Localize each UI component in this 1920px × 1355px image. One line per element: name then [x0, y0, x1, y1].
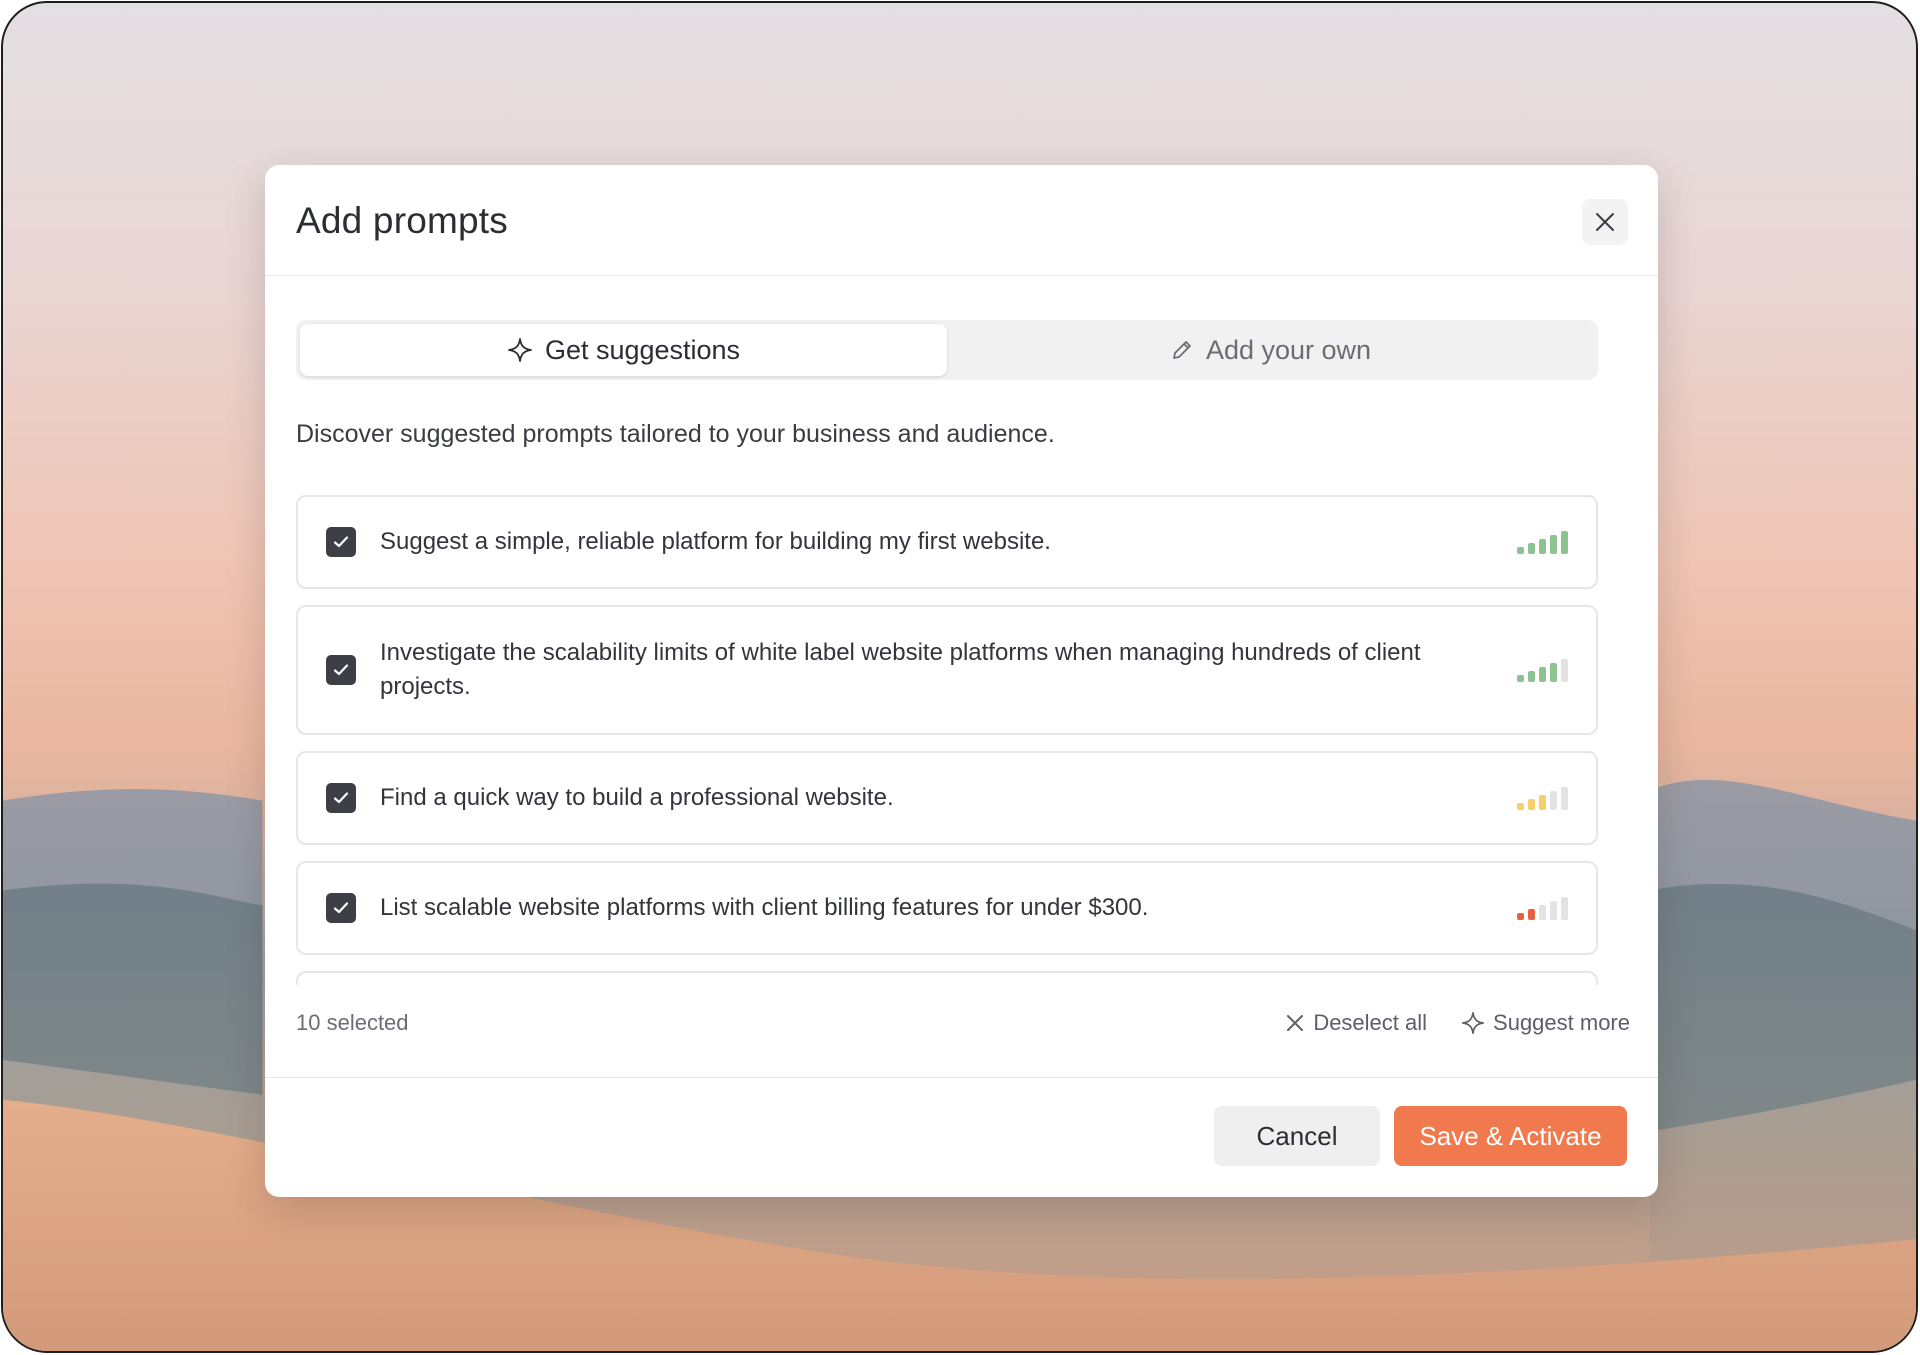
selection-bar: 10 selected Deselect all Suggest more — [296, 1003, 1636, 1043]
prompt-text: Find a quick way to build a professional… — [380, 784, 894, 811]
tab-label: Get suggestions — [544, 334, 741, 365]
signal-bar — [1550, 791, 1557, 810]
tab-label: Add your own — [1205, 334, 1372, 365]
signal-bar — [1517, 803, 1524, 810]
signal-bar — [1550, 901, 1557, 920]
check-icon — [333, 664, 349, 676]
signal-bar — [1528, 799, 1535, 810]
mode-tabs: Get suggestions Add your own — [296, 320, 1598, 380]
signal-bar — [1517, 547, 1524, 554]
prompt-checkbox[interactable] — [326, 655, 356, 685]
prompt-item[interactable]: Investigate the scalability limits of wh… — [296, 605, 1598, 735]
selected-count: 10 selected — [296, 1010, 409, 1035]
description-text: Discover suggested prompts tailored to y… — [296, 420, 1055, 448]
signal-bar — [1561, 897, 1568, 920]
prompt-checkbox[interactable] — [326, 893, 356, 923]
signal-bar — [1539, 795, 1546, 810]
prompt-item[interactable]: Suggest a simple, reliable platform for … — [296, 495, 1598, 589]
signal-bar — [1517, 913, 1524, 920]
signal-bar — [1539, 905, 1546, 920]
tab-get-suggestions[interactable]: Get suggestions — [300, 324, 947, 376]
signal-strength-icon — [1517, 658, 1568, 682]
tab-add-your-own[interactable]: Add your own — [947, 324, 1594, 376]
prompt-text: Investigate the scalability limits of wh… — [380, 639, 1421, 700]
sparkle-icon — [508, 338, 532, 362]
prompt-text: List scalable website platforms with cli… — [380, 894, 1149, 921]
check-icon — [333, 792, 349, 804]
close-icon — [1596, 213, 1614, 231]
signal-strength-icon — [1517, 786, 1568, 810]
prompt-text: Suggest a simple, reliable platform for … — [380, 528, 1051, 555]
signal-bar — [1550, 535, 1557, 554]
prompt-checkbox[interactable] — [326, 783, 356, 813]
dialog-header: Add prompts — [265, 165, 1658, 276]
sparkle-icon — [1462, 1012, 1485, 1034]
deselect-all-button[interactable]: Deselect all — [1285, 1010, 1427, 1036]
dialog-footer: Cancel Save & Activate — [265, 1077, 1658, 1197]
signal-bar — [1517, 675, 1524, 682]
pencil-icon — [1173, 341, 1191, 359]
signal-strength-icon — [1517, 896, 1568, 920]
deselect-all-label: Deselect all — [1313, 1010, 1428, 1035]
app-window: Add prompts Get suggestions Add your own — [1, 1, 1918, 1353]
signal-bar — [1539, 667, 1546, 682]
signal-bar — [1539, 539, 1546, 554]
dialog-title: Add prompts — [296, 200, 508, 241]
cancel-button[interactable]: Cancel — [1214, 1106, 1380, 1166]
signal-bar — [1528, 543, 1535, 554]
close-button[interactable] — [1582, 199, 1628, 245]
check-icon — [333, 902, 349, 914]
suggest-more-button[interactable]: Suggest more — [1461, 1010, 1630, 1036]
add-prompts-dialog: Add prompts Get suggestions Add your own — [265, 165, 1658, 1197]
signal-bar — [1550, 663, 1557, 682]
signal-bar — [1528, 671, 1535, 682]
signal-strength-icon — [1517, 530, 1568, 554]
prompt-item[interactable]: Find a quick way to build a professional… — [296, 751, 1598, 845]
signal-bar — [1561, 659, 1568, 682]
prompt-checkbox[interactable] — [326, 527, 356, 557]
check-icon — [333, 536, 349, 548]
prompt-list[interactable]: Suggest a simple, reliable platform for … — [296, 495, 1598, 985]
signal-bar — [1528, 909, 1535, 920]
signal-bar — [1561, 531, 1568, 554]
close-icon — [1287, 1015, 1304, 1031]
suggest-more-label: Suggest more — [1493, 1010, 1630, 1035]
selection-actions: Deselect all Suggest more — [1285, 1010, 1636, 1036]
save-activate-button[interactable]: Save & Activate — [1394, 1106, 1627, 1166]
prompt-item[interactable] — [296, 971, 1598, 985]
signal-bar — [1561, 787, 1568, 810]
prompt-item[interactable]: List scalable website platforms with cli… — [296, 861, 1598, 955]
